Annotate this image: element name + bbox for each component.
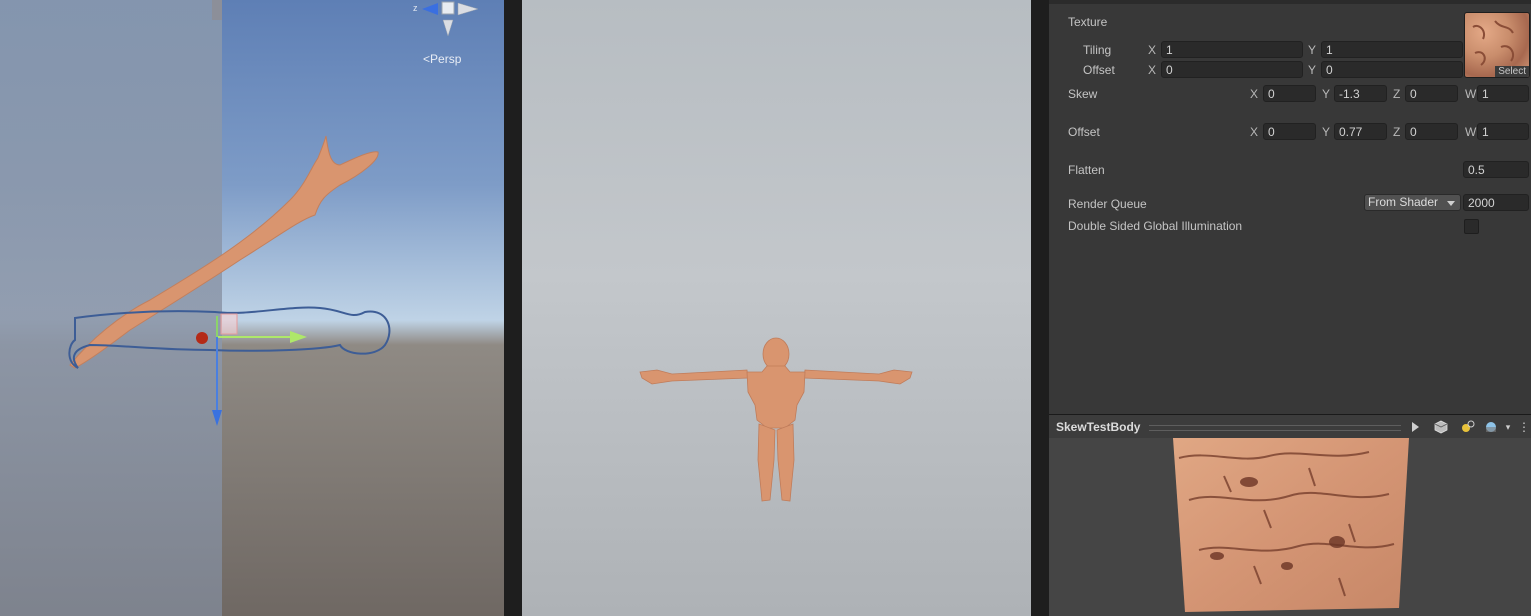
offset-x-field[interactable]: 0 [1263, 123, 1316, 140]
projection-label: Persp [430, 52, 462, 66]
double-sided-gi-label: Double Sided Global Illumination [1068, 219, 1243, 233]
play-icon[interactable] [1406, 418, 1424, 436]
scene-canvas[interactable] [0, 0, 504, 616]
offset-z-label: Z [1393, 125, 1401, 139]
move-x-arrow[interactable] [290, 331, 307, 343]
game-canvas [639, 337, 913, 502]
tex-offset-x-field[interactable]: 0 [1161, 61, 1303, 78]
offset-y-field[interactable]: 0.77 [1334, 123, 1387, 140]
tiling-x-field[interactable]: 1 [1161, 41, 1303, 58]
move-z-arrow[interactable] [212, 410, 222, 426]
projection-toggle[interactable]: <Persp [423, 52, 461, 66]
render-queue-label: Render Queue [1068, 197, 1147, 211]
tex-offset-y-field[interactable]: 0 [1321, 61, 1463, 78]
offset-x-label: X [1250, 125, 1259, 139]
flatten-label: Flatten [1068, 163, 1105, 177]
tiling-y-field[interactable]: 1 [1321, 41, 1463, 58]
gizmo-x-cone [457, 2, 479, 16]
skew-y-field[interactable]: -1.3 [1334, 85, 1387, 102]
preview-render [1173, 438, 1409, 612]
tex-offset-x-label: X [1148, 63, 1157, 77]
orientation-gizmo[interactable] [422, 1, 479, 37]
offset-label: Offset [1068, 125, 1100, 139]
skew-x-field[interactable]: 0 [1263, 85, 1316, 102]
texture-thumbnail[interactable]: Select [1464, 12, 1530, 78]
scene-view[interactable]: z <Persp [0, 0, 504, 616]
texture-label: Texture [1068, 15, 1108, 29]
preview-header[interactable]: SkewTestBody ▾ ⋮ [1049, 414, 1531, 438]
pivot-point [196, 332, 208, 344]
material-preview[interactable] [1049, 438, 1531, 616]
skewed-texture-quad [1173, 438, 1409, 612]
gizmo-y-cone [442, 19, 454, 37]
move-plane-handle[interactable] [220, 313, 238, 335]
tex-offset-y-label: Y [1308, 63, 1317, 77]
tiling-x-label: X [1148, 43, 1157, 57]
render-queue-dropdown[interactable]: From Shader [1364, 194, 1461, 211]
cube-icon[interactable] [1432, 418, 1450, 436]
tiling-label: Tiling [1083, 43, 1112, 57]
tex-offset-label: Offset [1083, 63, 1115, 77]
projection-icon: < [423, 52, 431, 66]
lights-icon[interactable] [1458, 418, 1476, 436]
skew-z-field[interactable]: 0 [1405, 85, 1458, 102]
skew-w-field[interactable]: 1 [1477, 85, 1529, 102]
texture-select-button[interactable]: Select [1495, 66, 1529, 77]
gizmo-z-cone [422, 3, 438, 15]
preview-title: SkewTestBody [1056, 420, 1141, 434]
offset-y-label: Y [1322, 125, 1331, 139]
material-inspector: Texture Tiling X 1 Y 1 Offset X 0 Y 0 Se… [1049, 0, 1531, 414]
panel-divider[interactable] [1031, 0, 1049, 616]
chevron-down-icon [1447, 201, 1455, 206]
flatten-field[interactable]: 0.5 [1463, 161, 1529, 178]
character-model [639, 337, 913, 502]
skew-label: Skew [1068, 87, 1098, 101]
panel-divider[interactable] [504, 0, 522, 616]
offset-z-field[interactable]: 0 [1405, 123, 1458, 140]
skew-w-label: W [1465, 87, 1477, 101]
more-icon[interactable]: ⋮ [1515, 418, 1531, 436]
tiling-y-label: Y [1308, 43, 1317, 57]
gizmo-z-label: z [413, 3, 418, 13]
double-sided-gi-checkbox[interactable] [1464, 219, 1479, 234]
render-queue-mode: From Shader [1368, 195, 1439, 209]
offset-w-label: W [1465, 125, 1477, 139]
skew-z-label: Z [1393, 87, 1401, 101]
game-view[interactable] [522, 0, 1031, 616]
render-queue-field[interactable]: 2000 [1463, 194, 1529, 211]
skew-y-label: Y [1322, 87, 1331, 101]
offset-w-field[interactable]: 1 [1477, 123, 1529, 140]
drag-handle[interactable] [1149, 425, 1401, 431]
skew-x-label: X [1250, 87, 1259, 101]
